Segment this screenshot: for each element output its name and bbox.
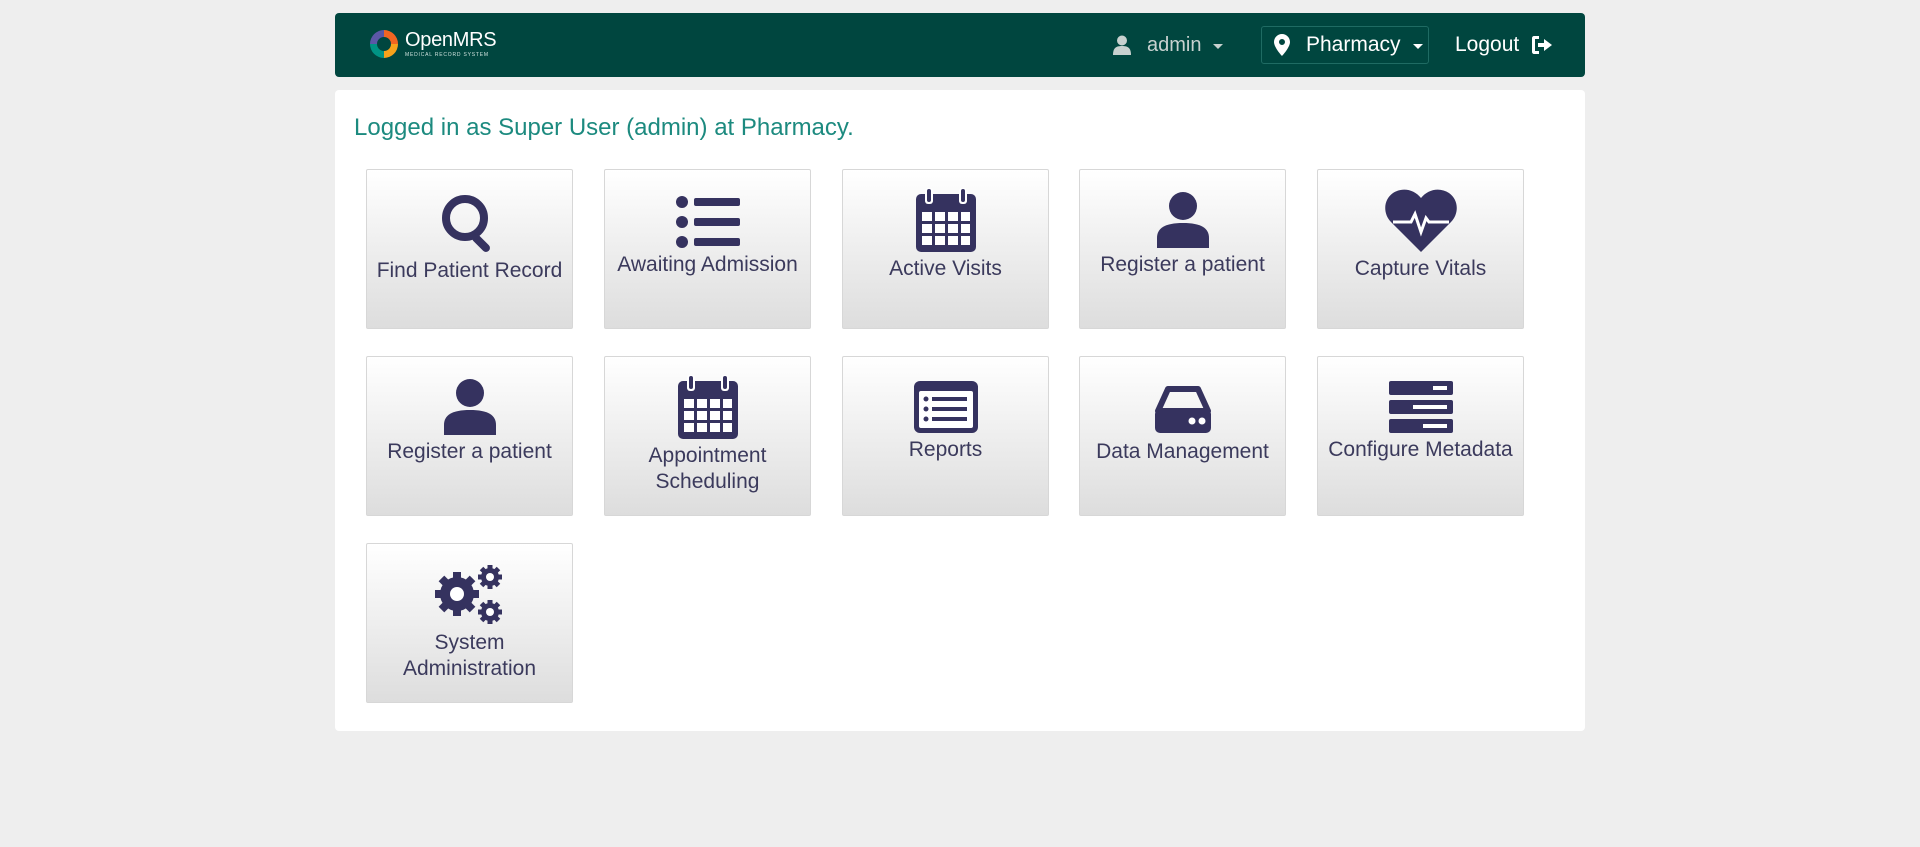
user-icon [1113,35,1131,55]
server-stack-icon [1388,381,1453,433]
hard-drive-icon [1154,386,1211,433]
gears-icon [434,565,502,624]
chevron-down-icon [1213,44,1224,49]
user-icon [443,379,496,435]
report-list-icon [913,381,978,433]
tile-label: Active Visits [889,257,1002,280]
top-header: OpenMRS medical record system admin Phar… [335,13,1585,77]
sign-out-icon [1532,36,1553,54]
brand-tagline: medical record system [405,52,489,58]
home-panel: Logged in as Super User (admin) at Pharm… [335,90,1585,731]
tile-active-visits[interactable]: Active Visits [842,169,1049,329]
tile-label: Appointment Scheduling [648,444,767,493]
location-name: Pharmacy [1306,33,1401,56]
list-icon [675,196,740,248]
search-icon [441,195,490,252]
tile-capture-vitals[interactable]: Capture Vitals [1317,169,1524,329]
calendar-icon [677,375,738,439]
tile-label: Register a patient [387,440,552,463]
user-menu[interactable]: admin [1113,31,1224,59]
location-selector[interactable]: Pharmacy [1261,26,1429,64]
tile-awaiting-admission[interactable]: Awaiting Admission [604,169,811,329]
tile-system-administration[interactable]: System Administration [366,543,573,703]
logout-label: Logout [1455,33,1520,56]
openmrs-logo[interactable]: OpenMRS medical record system [367,27,497,61]
tile-reports[interactable]: Reports [842,356,1049,516]
calendar-icon [915,188,976,252]
openmrs-logo-icon [370,30,398,58]
map-marker-icon [1274,34,1290,56]
tile-appointment-scheduling[interactable]: Appointment Scheduling [604,356,811,516]
tile-label: Find Patient Record [376,259,563,282]
tile-configure-metadata[interactable]: Configure Metadata [1317,356,1524,516]
tile-data-management[interactable]: Data Management [1079,356,1286,516]
tile-label: System Administration [402,631,537,680]
tile-find-patient-record[interactable]: Find Patient Record [366,169,573,329]
tile-register-patient[interactable]: Register a patient [366,356,573,516]
tile-register-patient[interactable]: Register a patient [1079,169,1286,329]
logout-link[interactable]: Logout [1455,31,1553,59]
chevron-down-icon [1412,44,1423,49]
heartbeat-icon [1384,189,1457,252]
tile-label: Data Management [1096,440,1269,463]
user-name: admin [1147,33,1202,56]
welcome-message: Logged in as Super User (admin) at Pharm… [354,114,854,141]
tile-label: Register a patient [1100,253,1265,276]
tile-label: Capture Vitals [1354,257,1487,280]
tile-label: Reports [908,438,983,461]
brand-name: OpenMRS [405,29,497,51]
tile-label: Configure Metadata [1328,438,1513,461]
tile-label: Awaiting Admission [617,253,798,276]
user-icon [1156,192,1209,248]
